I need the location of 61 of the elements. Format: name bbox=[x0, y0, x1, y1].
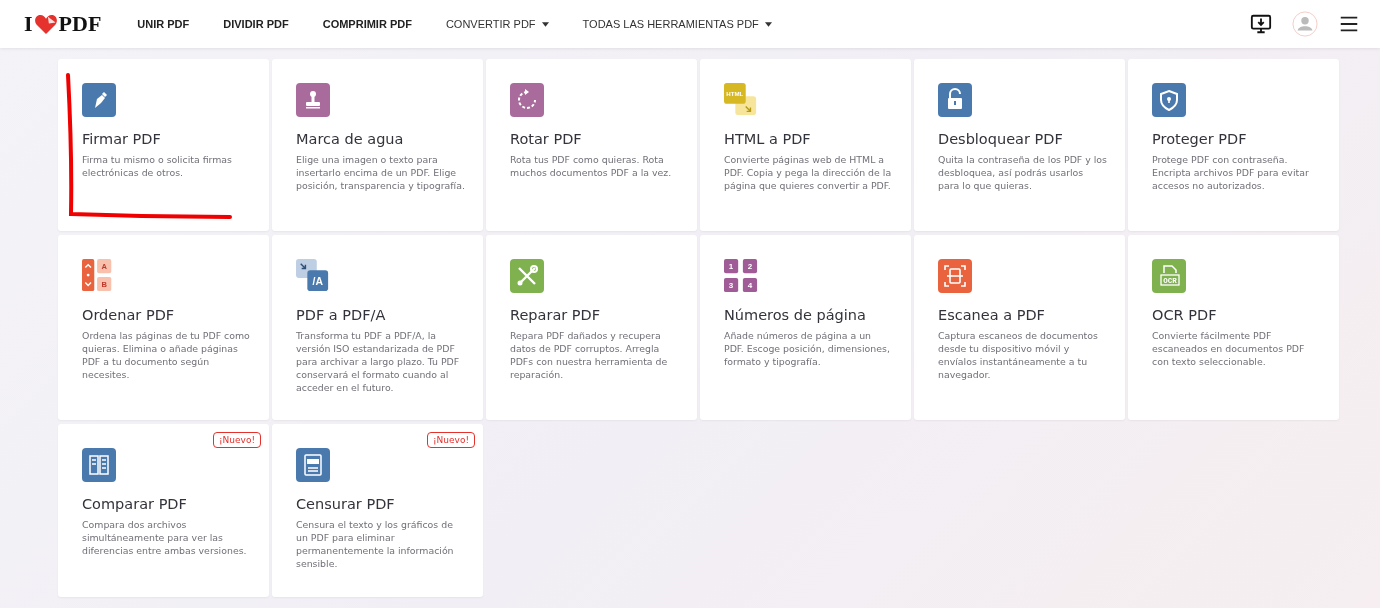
tool-card[interactable]: Escanea a PDF Captura escaneos de documentos desde tu dispositivo móvil y envíalos instantáneamente a tu navegador. bbox=[914, 235, 1125, 420]
tool-description: Repara PDF dañados y recupera datos de PDF corruptos. Arregla PDFs con nuestra herramienta de reparación. bbox=[510, 329, 669, 381]
tool-title: Marca de agua bbox=[296, 131, 405, 147]
tool-description: Protege PDF con contraseña. Encripta archivos PDF para evitar accesos no autorizados. bbox=[1152, 153, 1310, 192]
nav-link[interactable]: CONVERTIR PDF bbox=[445, 18, 549, 30]
tool-description: Rota tus PDF como quieras. Rota muchos documentos PDF a la vez. bbox=[510, 153, 673, 179]
tool-card[interactable]: Reparar PDF Repara PDF dañados y recupera datos de PDF corruptos. Arregla PDFs con nuestra herramienta de reparación. bbox=[486, 235, 697, 420]
new-badge: ¡Nuevo! bbox=[212, 432, 261, 448]
nav-link[interactable]: UNIR PDF bbox=[137, 18, 190, 30]
tool-title: Ordenar PDF bbox=[82, 307, 176, 323]
shield-icon bbox=[1152, 83, 1186, 117]
caret-icon bbox=[541, 21, 549, 27]
tool-card[interactable]: Rotar PDF Rota tus PDF como quieras. Rota muchos documentos PDF a la vez. bbox=[486, 59, 697, 231]
rotate-icon bbox=[510, 83, 544, 117]
tool-card[interactable]: Desbloquear PDF Quita la contraseña de los PDF y los desbloquea, así podrás usarlos para lo que quieras. bbox=[914, 59, 1125, 231]
tool-title: Escanea a PDF bbox=[938, 307, 1046, 323]
tool-card[interactable]: Marca de agua Elige una imagen o texto para insertarlo encima de un PDF. Elige posición, transparencia y tipografía. bbox=[272, 59, 483, 231]
tool-title: Rotar PDF bbox=[510, 131, 583, 147]
tool-description: Firma tu mismo o solicita firmas electrónicas de otros. bbox=[82, 153, 233, 179]
tool-title: OCR PDF bbox=[1152, 307, 1218, 323]
padlock-icon bbox=[938, 83, 972, 117]
tool-title: Censurar PDF bbox=[296, 496, 396, 512]
tool-card[interactable]: Proteger PDF Protege PDF con contraseña. Encripta archivos PDF para evitar accesos no autorizados. bbox=[1128, 59, 1339, 231]
wrench-screwdriver-icon bbox=[510, 259, 544, 293]
tool-card[interactable]: ¡Nuevo! Comparar PDF Compara dos archivos simultáneamente para ver las diferencias entre ambas versiones. bbox=[58, 424, 269, 597]
tool-description: Convierte fácilmente PDF escaneados en documentos PDF con texto seleccionable. bbox=[1152, 329, 1306, 368]
stamp-icon bbox=[296, 83, 330, 117]
tool-description: Ordena las páginas de tu PDF como quieras. Elimina o añade páginas PDF a tu documento según necesites. bbox=[82, 329, 251, 381]
tool-title: Números de página bbox=[724, 307, 867, 323]
tool-card[interactable]: A B Ordenar PDF Ordena las páginas de tu PDF como quieras. Elimina o añade páginas PDF a tu documento según necesites. bbox=[58, 235, 269, 420]
tool-description: Elige una imagen o texto para insertarlo encima de un PDF. Elige posición, transparencia y tipografía. bbox=[296, 153, 465, 192]
tool-description: Compara dos archivos simultáneamente para ver las diferencias entre ambas versiones. bbox=[82, 518, 248, 557]
redacted-document-icon bbox=[296, 448, 330, 482]
tool-title: Firmar PDF bbox=[82, 131, 162, 147]
heart-logo-icon[interactable] bbox=[33, 13, 58, 35]
nav-link[interactable]: TODAS LAS HERRAMIENTAS PDF bbox=[582, 18, 772, 30]
tool-title: Comparar PDF bbox=[82, 496, 188, 512]
logo-text[interactable]: I bbox=[24, 11, 33, 37]
tool-description: Transforma tu PDF a PDF/A, la versión ISO estandarizada de PDF para archivar a largo plazo. Tu PDF conservará el formato cuando al acceder en el futuro. bbox=[296, 329, 461, 394]
tool-title: Reparar PDF bbox=[510, 307, 602, 323]
caret-icon bbox=[764, 21, 772, 27]
tool-description: Censura el texto y los gráficos de un PDF para eliminar permanentemente la información sensible. bbox=[296, 518, 455, 570]
tool-card[interactable]: Firmar PDF Firma tu mismo o solicita firmas electrónicas de otros. bbox=[58, 59, 269, 231]
compare-documents-icon bbox=[82, 448, 116, 482]
tool-description: Añade números de página a un PDF. Escoge posición, dimensiones, formato y tipografía. bbox=[724, 329, 891, 368]
tool-description: Quita la contraseña de los PDF y los desbloquea, así podrás usarlos para lo que quieras. bbox=[938, 153, 1107, 192]
nav-link[interactable]: DIVIDIR PDF bbox=[223, 18, 289, 30]
pen-nib-icon bbox=[82, 83, 116, 117]
nav-link[interactable]: COMPRIMIR PDF bbox=[322, 18, 412, 30]
tool-title: HTML a PDF bbox=[724, 131, 812, 147]
new-badge: ¡Nuevo! bbox=[426, 432, 475, 448]
tool-description: Convierte páginas web de HTML a PDF. Copia y pega la dirección de la página que quieres convertir a PDF. bbox=[724, 153, 893, 192]
tool-card[interactable]: ¡Nuevo! Censurar PDF Censura el texto y los gráficos de un PDF para eliminar permanentemente la información sensible. bbox=[272, 424, 483, 597]
tool-title: PDF a PDF/A bbox=[296, 307, 387, 323]
tool-card[interactable]: /A PDF a PDF/A Transforma tu PDF a PDF/A, la versión ISO estandarizada de PDF para archivar a largo plazo. Tu PDF conservará el formato cuando al acceder en el futuro. bbox=[272, 235, 483, 420]
scanner-icon bbox=[938, 259, 972, 293]
tool-title: Proteger PDF bbox=[1152, 131, 1248, 147]
desktop-download-icon[interactable] bbox=[1250, 13, 1272, 35]
logo-text[interactable]: PDF bbox=[58, 11, 102, 37]
tool-description: Captura escaneos de documentos desde tu dispositivo móvil y envíalos instantáneamente a tu navegador. bbox=[938, 329, 1099, 381]
tool-title: Desbloquear PDF bbox=[938, 131, 1064, 147]
